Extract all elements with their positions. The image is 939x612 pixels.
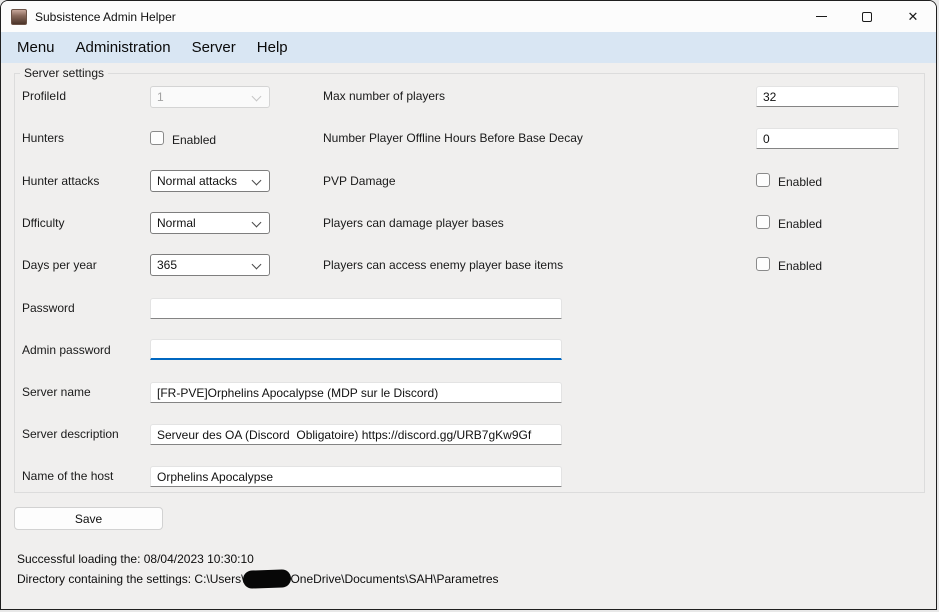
hunters-checkbox[interactable] [150, 131, 164, 145]
close-button[interactable]: ✕ [890, 1, 936, 32]
admin-password-input[interactable] [150, 339, 562, 360]
menu-item-server[interactable]: Server [192, 39, 236, 56]
hunter-attacks-value: Normal attacks [157, 174, 238, 188]
pvp-damage-checkbox-label: Enabled [778, 175, 823, 189]
chevron-down-icon [251, 91, 262, 102]
password-input[interactable] [150, 298, 562, 319]
offline-decay-label: Number Player Offline Hours Before Base … [323, 131, 583, 145]
hunter-attacks-dropdown[interactable]: Normal attacks [150, 170, 270, 192]
status-loading: Successful loading the: 08/04/2023 10:30… [17, 552, 254, 566]
menu-item-menu[interactable]: Menu [17, 39, 55, 56]
access-enemy-items-checkbox[interactable] [756, 257, 770, 271]
server-name-input[interactable] [150, 382, 562, 403]
status-directory-prefix: Directory containing the settings: C:\Us… [17, 572, 245, 586]
days-per-year-label: Days per year [22, 258, 97, 272]
days-per-year-value: 365 [157, 258, 178, 272]
password-label: Password [22, 301, 75, 315]
hunter-attacks-label: Hunter attacks [22, 174, 100, 188]
max-players-input[interactable] [756, 86, 899, 107]
app-window: Subsistence Admin Helper ✕ Menu Administ… [0, 0, 937, 610]
profileid-value: 1 [157, 90, 164, 104]
server-name-label: Server name [22, 385, 91, 399]
pvp-damage-checkbox[interactable] [756, 173, 770, 187]
app-icon [11, 8, 27, 25]
menu-bar: Menu Administration Server Help [1, 32, 936, 63]
max-players-label: Max number of players [323, 89, 446, 103]
close-icon: ✕ [907, 9, 919, 24]
title-bar: Subsistence Admin Helper ✕ [1, 1, 936, 32]
menu-item-help[interactable]: Help [257, 39, 288, 56]
menu-item-administration[interactable]: Administration [76, 39, 171, 56]
redaction-blob [243, 569, 292, 589]
minimize-icon [815, 16, 827, 17]
minimize-button[interactable] [798, 1, 844, 32]
chevron-down-icon [251, 259, 262, 270]
access-enemy-items-label: Players can access enemy player base ite… [323, 258, 564, 272]
pvp-damage-label: PVP Damage [323, 174, 396, 188]
maximize-button[interactable] [844, 1, 890, 32]
admin-password-label: Admin password [22, 343, 111, 357]
window-controls: ✕ [798, 1, 936, 32]
hunters-checkbox-label: Enabled [172, 133, 217, 147]
days-per-year-dropdown[interactable]: 365 [150, 254, 270, 276]
status-directory-suffix: OneDrive\Documents\SAH\Parametres [290, 572, 499, 586]
chevron-down-icon [251, 217, 262, 228]
chevron-down-icon [251, 175, 262, 186]
difficulty-dropdown[interactable]: Normal [150, 212, 270, 234]
server-description-label: Server description [22, 427, 119, 441]
difficulty-label: Dfficulty [22, 216, 65, 230]
host-name-label: Name of the host [22, 469, 114, 483]
maximize-icon [862, 11, 872, 22]
status-directory: Directory containing the settings: C:\Us… [17, 569, 499, 589]
damage-bases-checkbox[interactable] [756, 215, 770, 229]
profileid-label: ProfileId [22, 89, 67, 103]
damage-bases-checkbox-label: Enabled [778, 217, 823, 231]
offline-decay-input[interactable] [756, 128, 899, 149]
damage-bases-label: Players can damage player bases [323, 216, 504, 230]
hunters-label: Hunters [22, 131, 65, 145]
server-description-input[interactable] [150, 424, 562, 445]
difficulty-value: Normal [157, 216, 196, 230]
profileid-dropdown: 1 [150, 86, 270, 108]
groupbox-title: Server settings [20, 66, 109, 80]
window-title: Subsistence Admin Helper [35, 9, 176, 24]
access-enemy-items-checkbox-label: Enabled [778, 259, 823, 273]
host-name-input[interactable] [150, 466, 562, 487]
save-button[interactable]: Save [14, 507, 163, 530]
